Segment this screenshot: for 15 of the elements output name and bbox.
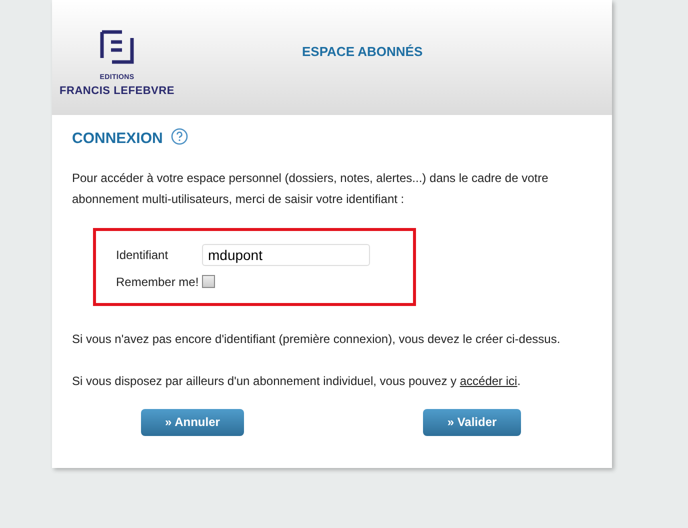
info-paragraph: Si vous disposez par ailleurs d'un abonnement individuel, vous pouvez y accéder ici.: [72, 372, 522, 390]
logo-text: FRANCIS LEFEBVRE: [59, 84, 175, 99]
section-heading: CONNEXION: [72, 129, 163, 149]
field-label: Identifiant: [116, 246, 170, 264]
logo-icon: [100, 30, 134, 64]
help-icon[interactable]: [170, 128, 188, 145]
page-title: ESPACE ABONNÉS: [302, 42, 423, 61]
checkbox-label: Remember me!: [116, 274, 199, 290]
cancel-button[interactable]: » Annuler: [141, 408, 244, 436]
identifiant-field[interactable]: mdupont: [202, 244, 370, 266]
submit-button[interactable]: » Valider: [423, 408, 521, 436]
access-link[interactable]: accéder ici: [460, 374, 518, 388]
intro-paragraph: Pour accéder à votre espace personnel (dossiers, notes, alertes...) dans le cadre de votre abonnement multi-utilisateurs, merci de saisir votre identifiant :: [72, 170, 550, 208]
info-paragraph: Si vous n'avez pas encore d'identifiant (première connexion), vous devez le créer ci-dessus.: [72, 330, 562, 348]
remember-checkbox[interactable]: [202, 275, 215, 288]
